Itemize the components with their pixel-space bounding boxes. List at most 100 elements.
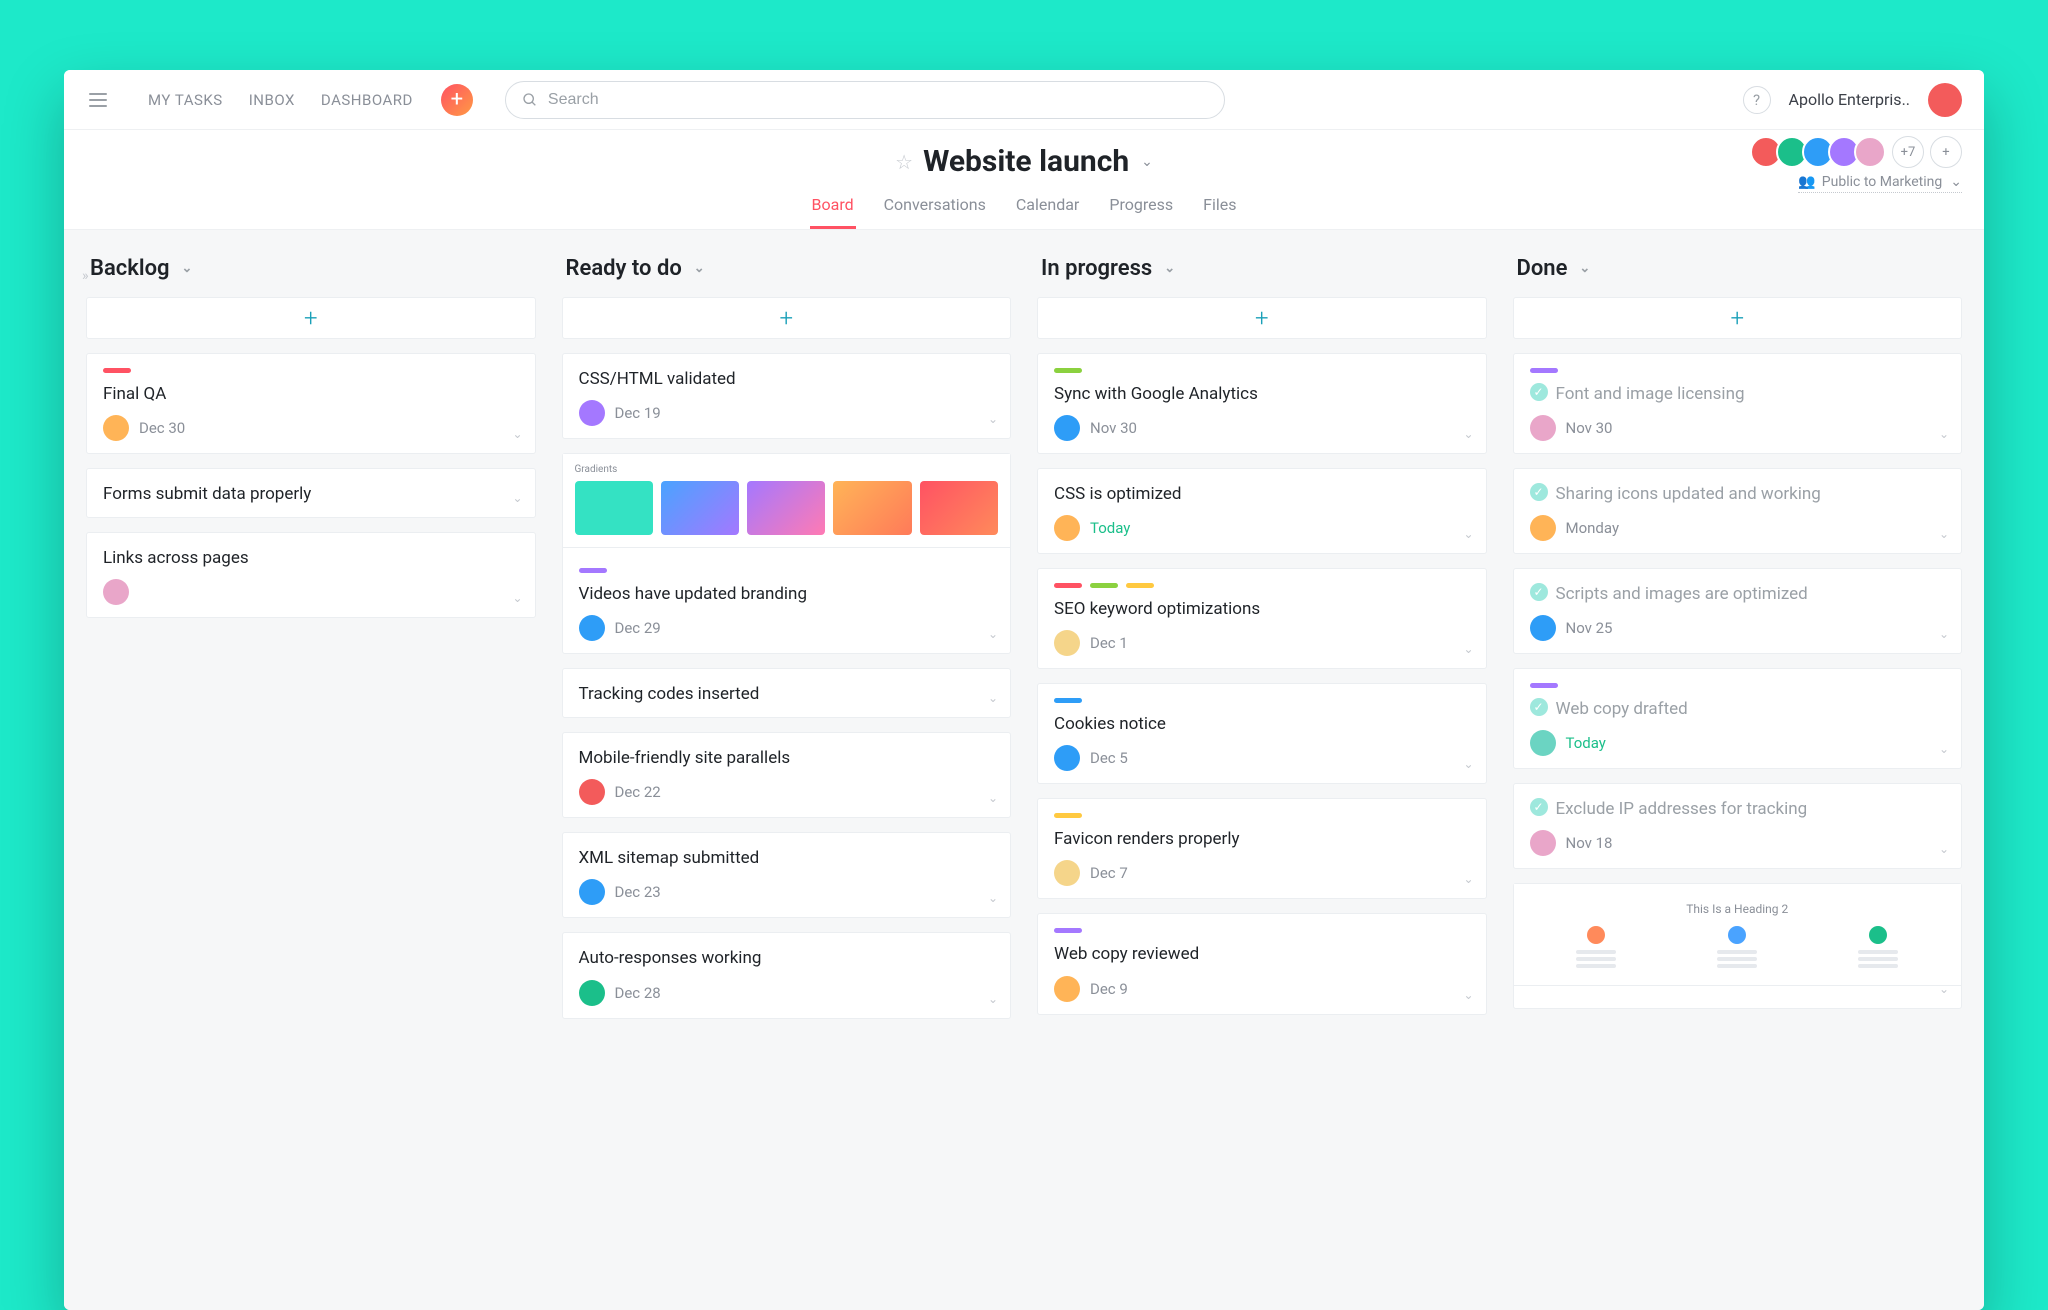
card-meta: Dec 28 [579, 980, 995, 1006]
expand-sidebar-icon[interactable]: » [82, 268, 100, 284]
chevron-down-icon[interactable]: ⌄ [1463, 757, 1473, 771]
chevron-down-icon[interactable]: ⌄ [1939, 982, 1949, 996]
members-add-button[interactable]: + [1930, 136, 1962, 168]
column-header[interactable]: Backlog⌄ [86, 252, 536, 283]
chevron-down-icon[interactable]: ⌄ [988, 992, 998, 1006]
assignee-avatar[interactable] [1530, 615, 1556, 641]
star-icon[interactable]: ☆ [895, 150, 913, 174]
card-meta: Today [1530, 730, 1946, 756]
assignee-avatar[interactable] [1054, 630, 1080, 656]
tab-files[interactable]: Files [1201, 185, 1238, 229]
task-card[interactable]: This Is a Heading 2⌄ [1513, 883, 1963, 1009]
add-card-button[interactable]: + [562, 297, 1012, 339]
task-card[interactable]: Mobile-friendly site parallelsDec 22⌄ [562, 732, 1012, 818]
assignee-avatar[interactable] [1054, 415, 1080, 441]
chevron-down-icon[interactable]: ⌄ [988, 627, 998, 641]
assignee-avatar[interactable] [579, 879, 605, 905]
task-card[interactable]: ✓Scripts and images are optimizedNov 25⌄ [1513, 568, 1963, 654]
menu-icon[interactable] [86, 88, 110, 112]
task-card[interactable]: ✓Font and image licensingNov 30⌄ [1513, 353, 1963, 454]
chevron-down-icon[interactable]: ⌄ [1463, 527, 1473, 541]
assignee-avatar[interactable] [579, 400, 605, 426]
card-title: Cookies notice [1054, 713, 1166, 735]
task-card[interactable]: ✓Web copy draftedToday⌄ [1513, 668, 1963, 769]
task-card[interactable]: CSS is optimizedToday⌄ [1037, 468, 1487, 554]
nav-inbox[interactable]: INBOX [249, 91, 295, 109]
assignee-avatar[interactable] [1054, 860, 1080, 886]
task-card[interactable]: Tracking codes inserted⌄ [562, 668, 1012, 718]
board-column: Done⌄ + ✓Font and image licensingNov 30⌄ ✓S… [1513, 252, 1963, 1288]
task-card[interactable]: ✓Exclude IP addresses for trackingNov 18… [1513, 783, 1963, 869]
assignee-avatar[interactable] [1054, 515, 1080, 541]
assignee-avatar[interactable] [1530, 830, 1556, 856]
task-card[interactable]: Forms submit data properly⌄ [86, 468, 536, 518]
assignee-avatar[interactable] [1530, 515, 1556, 541]
task-card[interactable]: GradientsVideos have updated brandingDec… [562, 453, 1012, 654]
task-card[interactable]: Web copy reviewedDec 9⌄ [1037, 913, 1487, 1014]
assignee-avatar[interactable] [1054, 745, 1080, 771]
assignee-avatar[interactable] [1054, 976, 1080, 1002]
column-header[interactable]: In progress⌄ [1037, 252, 1487, 283]
task-card[interactable]: ✓Sharing icons updated and workingMonday… [1513, 468, 1963, 554]
assignee-avatar[interactable] [1530, 730, 1556, 756]
task-card[interactable]: SEO keyword optimizationsDec 1⌄ [1037, 568, 1487, 669]
assignee-avatar[interactable] [579, 980, 605, 1006]
org-switcher[interactable]: Apollo Enterpris.. [1789, 90, 1910, 109]
nav-my-tasks[interactable]: MY TASKS [148, 91, 223, 109]
chevron-down-icon[interactable]: ⌄ [512, 427, 522, 441]
tab-calendar[interactable]: Calendar [1014, 185, 1081, 229]
chevron-down-icon[interactable]: ⌄ [1939, 842, 1949, 856]
members-more-button[interactable]: +7 [1892, 136, 1924, 168]
due-date: Nov 18 [1566, 834, 1613, 852]
member-avatar[interactable] [1854, 136, 1886, 168]
add-card-button[interactable]: + [1513, 297, 1963, 339]
check-icon: ✓ [1530, 583, 1548, 601]
chevron-down-icon[interactable]: ⌄ [988, 891, 998, 905]
task-card[interactable]: XML sitemap submittedDec 23⌄ [562, 832, 1012, 918]
project-menu-caret[interactable]: ⌄ [1141, 154, 1153, 170]
chevron-down-icon[interactable]: ⌄ [1939, 742, 1949, 756]
project-visibility[interactable]: 👥 Public to Marketing ⌄ [1798, 174, 1962, 193]
column-header[interactable]: Done⌄ [1513, 252, 1963, 283]
assignee-avatar[interactable] [103, 415, 129, 441]
global-add-button[interactable]: + [441, 84, 473, 116]
search-box[interactable] [505, 81, 1225, 119]
chevron-down-icon[interactable]: ⌄ [1463, 642, 1473, 656]
help-button[interactable]: ? [1743, 86, 1771, 114]
chevron-down-icon[interactable]: ⌄ [988, 412, 998, 426]
nav-dashboard[interactable]: DASHBOARD [321, 91, 413, 109]
tab-progress[interactable]: Progress [1107, 185, 1175, 229]
current-user-avatar[interactable] [1928, 83, 1962, 117]
card-title: Web copy reviewed [1054, 943, 1199, 965]
chevron-down-icon[interactable]: ⌄ [1463, 988, 1473, 1002]
chevron-down-icon[interactable]: ⌄ [1939, 527, 1949, 541]
assignee-avatar[interactable] [579, 779, 605, 805]
chevron-down-icon[interactable]: ⌄ [988, 691, 998, 705]
chevron-down-icon[interactable]: ⌄ [1463, 427, 1473, 441]
chevron-down-icon[interactable]: ⌄ [1463, 872, 1473, 886]
task-card[interactable]: Links across pages⌄ [86, 532, 536, 618]
assignee-avatar[interactable] [103, 579, 129, 605]
card-meta: Dec 29 [579, 615, 995, 641]
search-input[interactable] [548, 91, 1208, 109]
task-card[interactable]: CSS/HTML validatedDec 19⌄ [562, 353, 1012, 439]
chevron-down-icon[interactable]: ⌄ [1939, 627, 1949, 641]
task-card[interactable]: Sync with Google AnalyticsNov 30⌄ [1037, 353, 1487, 454]
add-card-button[interactable]: + [1037, 297, 1487, 339]
assignee-avatar[interactable] [1530, 415, 1556, 441]
chevron-down-icon[interactable]: ⌄ [988, 791, 998, 805]
chevron-down-icon[interactable]: ⌄ [1939, 427, 1949, 441]
chevron-down-icon[interactable]: ⌄ [512, 491, 522, 505]
due-date: Dec 23 [615, 883, 661, 901]
chevron-down-icon[interactable]: ⌄ [512, 591, 522, 605]
tab-board[interactable]: Board [810, 185, 856, 229]
task-card[interactable]: Final QADec 30⌄ [86, 353, 536, 454]
column-header[interactable]: Ready to do⌄ [562, 252, 1012, 283]
tab-conversations[interactable]: Conversations [882, 185, 988, 229]
add-card-button[interactable]: + [86, 297, 536, 339]
task-card[interactable]: Cookies noticeDec 5⌄ [1037, 683, 1487, 784]
assignee-avatar[interactable] [579, 615, 605, 641]
task-card[interactable]: Auto-responses workingDec 28⌄ [562, 932, 1012, 1018]
due-date: Dec 28 [615, 984, 661, 1002]
task-card[interactable]: Favicon renders properlyDec 7⌄ [1037, 798, 1487, 899]
